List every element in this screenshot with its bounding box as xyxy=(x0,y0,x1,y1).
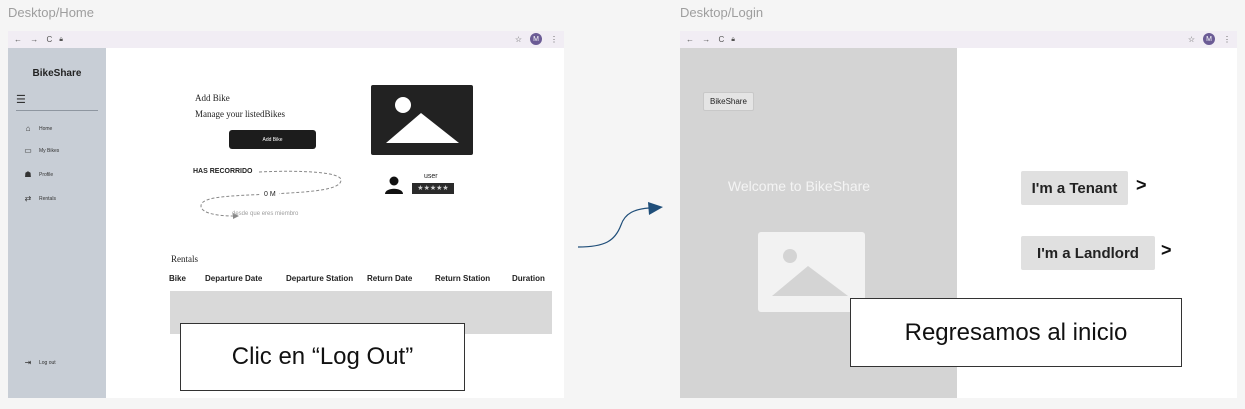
browser-toolbar: ← → C 🔒︎ ☆ M ⋮ xyxy=(680,31,1237,48)
col-header-return-date: Return Date xyxy=(367,274,413,283)
rating-stars: ★★★★★ xyxy=(412,183,454,194)
annotation-logout: Clic en “Log Out” xyxy=(180,323,465,391)
welcome-image-placeholder xyxy=(758,232,865,312)
menu-icon[interactable]: ⋮ xyxy=(550,35,558,44)
chevron-right-icon[interactable]: > xyxy=(1161,240,1172,261)
login-frame-label: Desktop/Login xyxy=(680,5,764,20)
home-frame: ← → C 🔒︎ ☆ M ⋮ BikeShare ☰ ⌂ Home ▭ My B… xyxy=(8,31,564,398)
sidebar-item-profile[interactable]: ☗ Profile xyxy=(23,170,53,179)
menu-icon[interactable]: ⋮ xyxy=(1223,35,1231,44)
rentals-table-header: Bike Departure Date Departure Station Re… xyxy=(169,274,559,286)
add-bike-button[interactable]: Add Bike xyxy=(229,130,316,149)
logout-button[interactable]: ⇥ Log out xyxy=(23,358,56,367)
home-icon: ⌂ xyxy=(25,124,31,133)
brand-button[interactable]: BikeShare xyxy=(703,92,754,111)
sidebar-brand: BikeShare xyxy=(32,68,82,79)
col-header-return-station: Return Station xyxy=(435,274,491,283)
person-icon: ☗ xyxy=(24,170,32,179)
logout-icon: ⇥ xyxy=(24,358,32,367)
star-icon[interactable]: ☆ xyxy=(1188,35,1195,44)
welcome-heading: Welcome to BikeShare xyxy=(727,178,871,194)
since-member-text: desde que eres miembro xyxy=(232,211,299,217)
profile-avatar[interactable]: M xyxy=(530,33,542,45)
distance-value: 0 M xyxy=(261,191,279,198)
sidebar: BikeShare ☰ ⌂ Home ▭ My Bikes ☗ Profile … xyxy=(8,48,106,398)
lock-icon: 🔒︎ xyxy=(59,35,63,43)
login-frame: ← → C 🔒︎ ☆ M ⋮ BikeShare Welcome to Bike… xyxy=(680,31,1237,398)
image-icon xyxy=(386,97,459,143)
browser-toolbar: ← → C 🔒︎ ☆ M ⋮ xyxy=(8,31,564,48)
profile-avatar[interactable]: M xyxy=(1203,33,1215,45)
home-frame-label: Desktop/Home xyxy=(8,5,94,20)
manage-bikes-text: Manage your listedBikes xyxy=(195,109,285,119)
sidebar-item-label: Profile xyxy=(39,171,54,178)
add-bike-title: Add Bike xyxy=(195,93,230,103)
star-icon[interactable]: ☆ xyxy=(515,35,522,44)
landlord-button[interactable]: I'm a Landlord xyxy=(1021,236,1155,270)
folder-icon: ▭ xyxy=(24,146,32,155)
rentals-icon: ⇄ xyxy=(24,194,32,203)
user-label: user xyxy=(424,173,438,180)
col-header-duration: Duration xyxy=(512,274,545,283)
col-header-departure-date: Departure Date xyxy=(205,274,263,283)
sidebar-item-label: Rentals xyxy=(39,195,56,202)
sidebar-item-label: Home xyxy=(39,125,53,132)
logout-label: Log out xyxy=(39,359,56,366)
sidebar-divider xyxy=(16,110,98,111)
transition-arrow xyxy=(577,202,663,248)
sidebar-item-label: My Bikes xyxy=(39,147,60,154)
sidebar-item-my-bikes[interactable]: ▭ My Bikes xyxy=(23,146,59,155)
image-icon xyxy=(772,249,848,296)
browser-nav-icons[interactable]: ← → C xyxy=(686,35,727,44)
annotation-return-home: Regresamos al inicio xyxy=(850,298,1182,367)
col-header-departure-station: Departure Station xyxy=(286,274,354,283)
tenant-button[interactable]: I'm a Tenant xyxy=(1021,171,1128,205)
bike-image-placeholder xyxy=(371,85,473,155)
hamburger-icon[interactable]: ☰ xyxy=(16,93,26,106)
col-header-bike: Bike xyxy=(169,274,186,283)
sidebar-item-home[interactable]: ⌂ Home xyxy=(23,124,53,133)
browser-nav-icons[interactable]: ← → C xyxy=(14,35,55,44)
chevron-right-icon[interactable]: > xyxy=(1136,175,1147,196)
user-avatar-icon xyxy=(385,176,403,199)
rentals-title: Rentals xyxy=(171,254,198,264)
sidebar-item-rentals[interactable]: ⇄ Rentals xyxy=(23,194,56,203)
lock-icon: 🔒︎ xyxy=(731,35,735,43)
